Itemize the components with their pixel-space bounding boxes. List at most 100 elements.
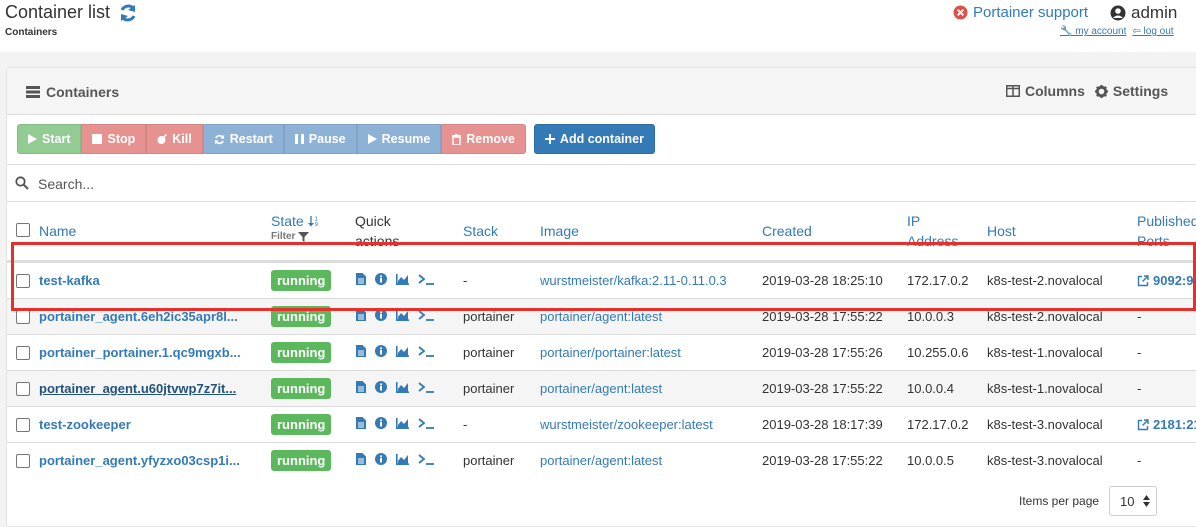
header-name[interactable]: Name bbox=[39, 221, 76, 241]
container-name-link[interactable]: test-zookeeper bbox=[39, 416, 259, 434]
stats-chart-icon[interactable] bbox=[396, 345, 409, 357]
row-checkbox[interactable] bbox=[16, 382, 30, 396]
pause-label: Pause bbox=[308, 132, 346, 146]
row-checkbox[interactable] bbox=[16, 310, 30, 324]
row-checkbox[interactable] bbox=[16, 274, 30, 288]
play-icon bbox=[367, 134, 377, 144]
row-checkbox[interactable] bbox=[16, 454, 30, 468]
image-link[interactable]: wurstmeister/zookeeper:latest bbox=[540, 416, 713, 434]
select-all-checkbox[interactable] bbox=[16, 223, 30, 237]
logs-file-icon[interactable] bbox=[356, 453, 366, 465]
console-terminal-icon[interactable] bbox=[418, 417, 434, 429]
console-terminal-icon[interactable] bbox=[418, 453, 434, 465]
columns-button[interactable]: Columns bbox=[1006, 83, 1085, 99]
kill-button[interactable]: Kill bbox=[146, 124, 203, 154]
my-account-link[interactable]: 🔧 my account bbox=[1060, 26, 1126, 37]
logs-file-icon[interactable] bbox=[356, 273, 366, 285]
console-terminal-icon[interactable] bbox=[418, 381, 434, 393]
items-per-page-select[interactable]: 10 bbox=[1109, 486, 1158, 516]
published-ports-cell[interactable]: 9092:9 bbox=[1137, 272, 1193, 290]
logs-file-icon[interactable] bbox=[356, 417, 366, 429]
log-out-link[interactable]: ⇦ log out bbox=[1132, 26, 1173, 37]
row-checkbox[interactable] bbox=[16, 346, 30, 360]
table-header: Name State 1 9 Filter Quick actions Stac… bbox=[7, 202, 1196, 262]
page-title-text: Container list bbox=[5, 2, 111, 22]
state-badge: running bbox=[271, 342, 332, 363]
ip-address-cell: 172.17.0.2 bbox=[907, 417, 969, 432]
support-circle-x-icon bbox=[953, 5, 968, 20]
container-name-link[interactable]: portainer_agent.u60jtvwp7z7it... bbox=[39, 380, 259, 398]
header-created[interactable]: Created bbox=[762, 221, 812, 241]
start-button[interactable]: Start bbox=[17, 124, 82, 154]
console-terminal-icon[interactable] bbox=[418, 309, 434, 321]
logs-file-icon[interactable] bbox=[356, 309, 366, 321]
header-host[interactable]: Host bbox=[987, 221, 1016, 241]
stop-label: Stop bbox=[107, 132, 136, 146]
trash-icon bbox=[452, 133, 462, 145]
published-port-value: 2181:218 bbox=[1153, 417, 1196, 432]
resume-button[interactable]: Resume bbox=[356, 124, 442, 154]
image-link[interactable]: portainer/agent:latest bbox=[540, 380, 662, 398]
stats-chart-icon[interactable] bbox=[396, 273, 409, 285]
settings-button[interactable]: Settings bbox=[1094, 83, 1168, 99]
header-published-ports[interactable]: Published Ports bbox=[1137, 211, 1196, 251]
stats-chart-icon[interactable] bbox=[396, 309, 409, 321]
header-ip-address[interactable]: IP Address bbox=[907, 211, 969, 251]
console-terminal-icon[interactable] bbox=[418, 273, 434, 285]
info-circle-icon[interactable] bbox=[375, 273, 387, 285]
image-link[interactable]: portainer/agent:latest bbox=[540, 308, 662, 326]
container-name-link[interactable]: test-kafka bbox=[39, 272, 259, 290]
search-icon bbox=[15, 176, 29, 190]
host-cell: k8s-test-3.novalocal bbox=[987, 453, 1103, 468]
quick-actions bbox=[356, 345, 434, 357]
info-circle-icon[interactable] bbox=[375, 381, 387, 393]
image-link[interactable]: wurstmeister/kafka:2.11-0.11.0.3 bbox=[540, 272, 727, 290]
pause-button[interactable]: Pause bbox=[283, 124, 357, 154]
server-icon bbox=[26, 86, 40, 98]
columns-label: Columns bbox=[1025, 83, 1085, 99]
logs-file-icon[interactable] bbox=[356, 381, 366, 393]
logs-file-icon[interactable] bbox=[356, 345, 366, 357]
play-icon bbox=[28, 134, 37, 144]
state-badge: running bbox=[271, 378, 332, 399]
stats-chart-icon[interactable] bbox=[396, 453, 409, 465]
header-stack[interactable]: Stack bbox=[463, 221, 498, 241]
refresh-icon[interactable] bbox=[118, 3, 138, 23]
header-image[interactable]: Image bbox=[540, 221, 579, 241]
header-state[interactable]: State 1 9 Filter bbox=[271, 211, 320, 243]
ip-address-cell: 172.17.0.2 bbox=[907, 273, 969, 288]
search-bar[interactable]: Search... bbox=[7, 164, 1196, 202]
remove-button[interactable]: Remove bbox=[441, 124, 526, 154]
search-input[interactable]: Search... bbox=[38, 176, 94, 192]
page-title: Container list bbox=[5, 2, 138, 23]
state-badge: running bbox=[271, 270, 332, 291]
stats-chart-icon[interactable] bbox=[396, 417, 409, 429]
add-container-button[interactable]: Add container bbox=[533, 124, 655, 154]
container-name-link[interactable]: portainer_portainer.1.qc9mgxb... bbox=[39, 344, 259, 362]
info-circle-icon[interactable] bbox=[375, 309, 387, 321]
info-circle-icon[interactable] bbox=[375, 417, 387, 429]
quick-actions bbox=[356, 417, 434, 429]
info-circle-icon[interactable] bbox=[375, 453, 387, 465]
restart-button[interactable]: Restart bbox=[202, 124, 284, 154]
container-name-link[interactable]: portainer_agent.yfyzxo03csp1i... bbox=[39, 452, 259, 470]
stop-button[interactable]: Stop bbox=[81, 124, 147, 154]
published-ports-cell[interactable]: 2181:218 bbox=[1137, 416, 1196, 434]
start-label: Start bbox=[42, 132, 71, 146]
state-badge: running bbox=[271, 306, 332, 327]
user-name: admin bbox=[1131, 3, 1178, 22]
row-checkbox[interactable] bbox=[16, 418, 30, 432]
ip-address-cell: 10.0.0.5 bbox=[907, 453, 954, 468]
stats-chart-icon[interactable] bbox=[396, 381, 409, 393]
container-name-link[interactable]: portainer_agent.6eh2ic35apr8l... bbox=[39, 308, 259, 326]
remove-label: Remove bbox=[466, 132, 515, 146]
console-terminal-icon[interactable] bbox=[418, 345, 434, 357]
portainer-support-link[interactable]: Portainer support bbox=[953, 4, 1088, 21]
info-circle-icon[interactable] bbox=[375, 345, 387, 357]
ip-address-cell: 10.0.0.3 bbox=[907, 309, 954, 324]
image-link[interactable]: portainer/agent:latest bbox=[540, 452, 662, 470]
user-menu: admin bbox=[1110, 3, 1177, 23]
image-link[interactable]: portainer/portainer:latest bbox=[540, 344, 681, 362]
ip-address-cell: 10.255.0.6 bbox=[907, 345, 969, 360]
state-filter[interactable]: Filter bbox=[271, 231, 320, 243]
